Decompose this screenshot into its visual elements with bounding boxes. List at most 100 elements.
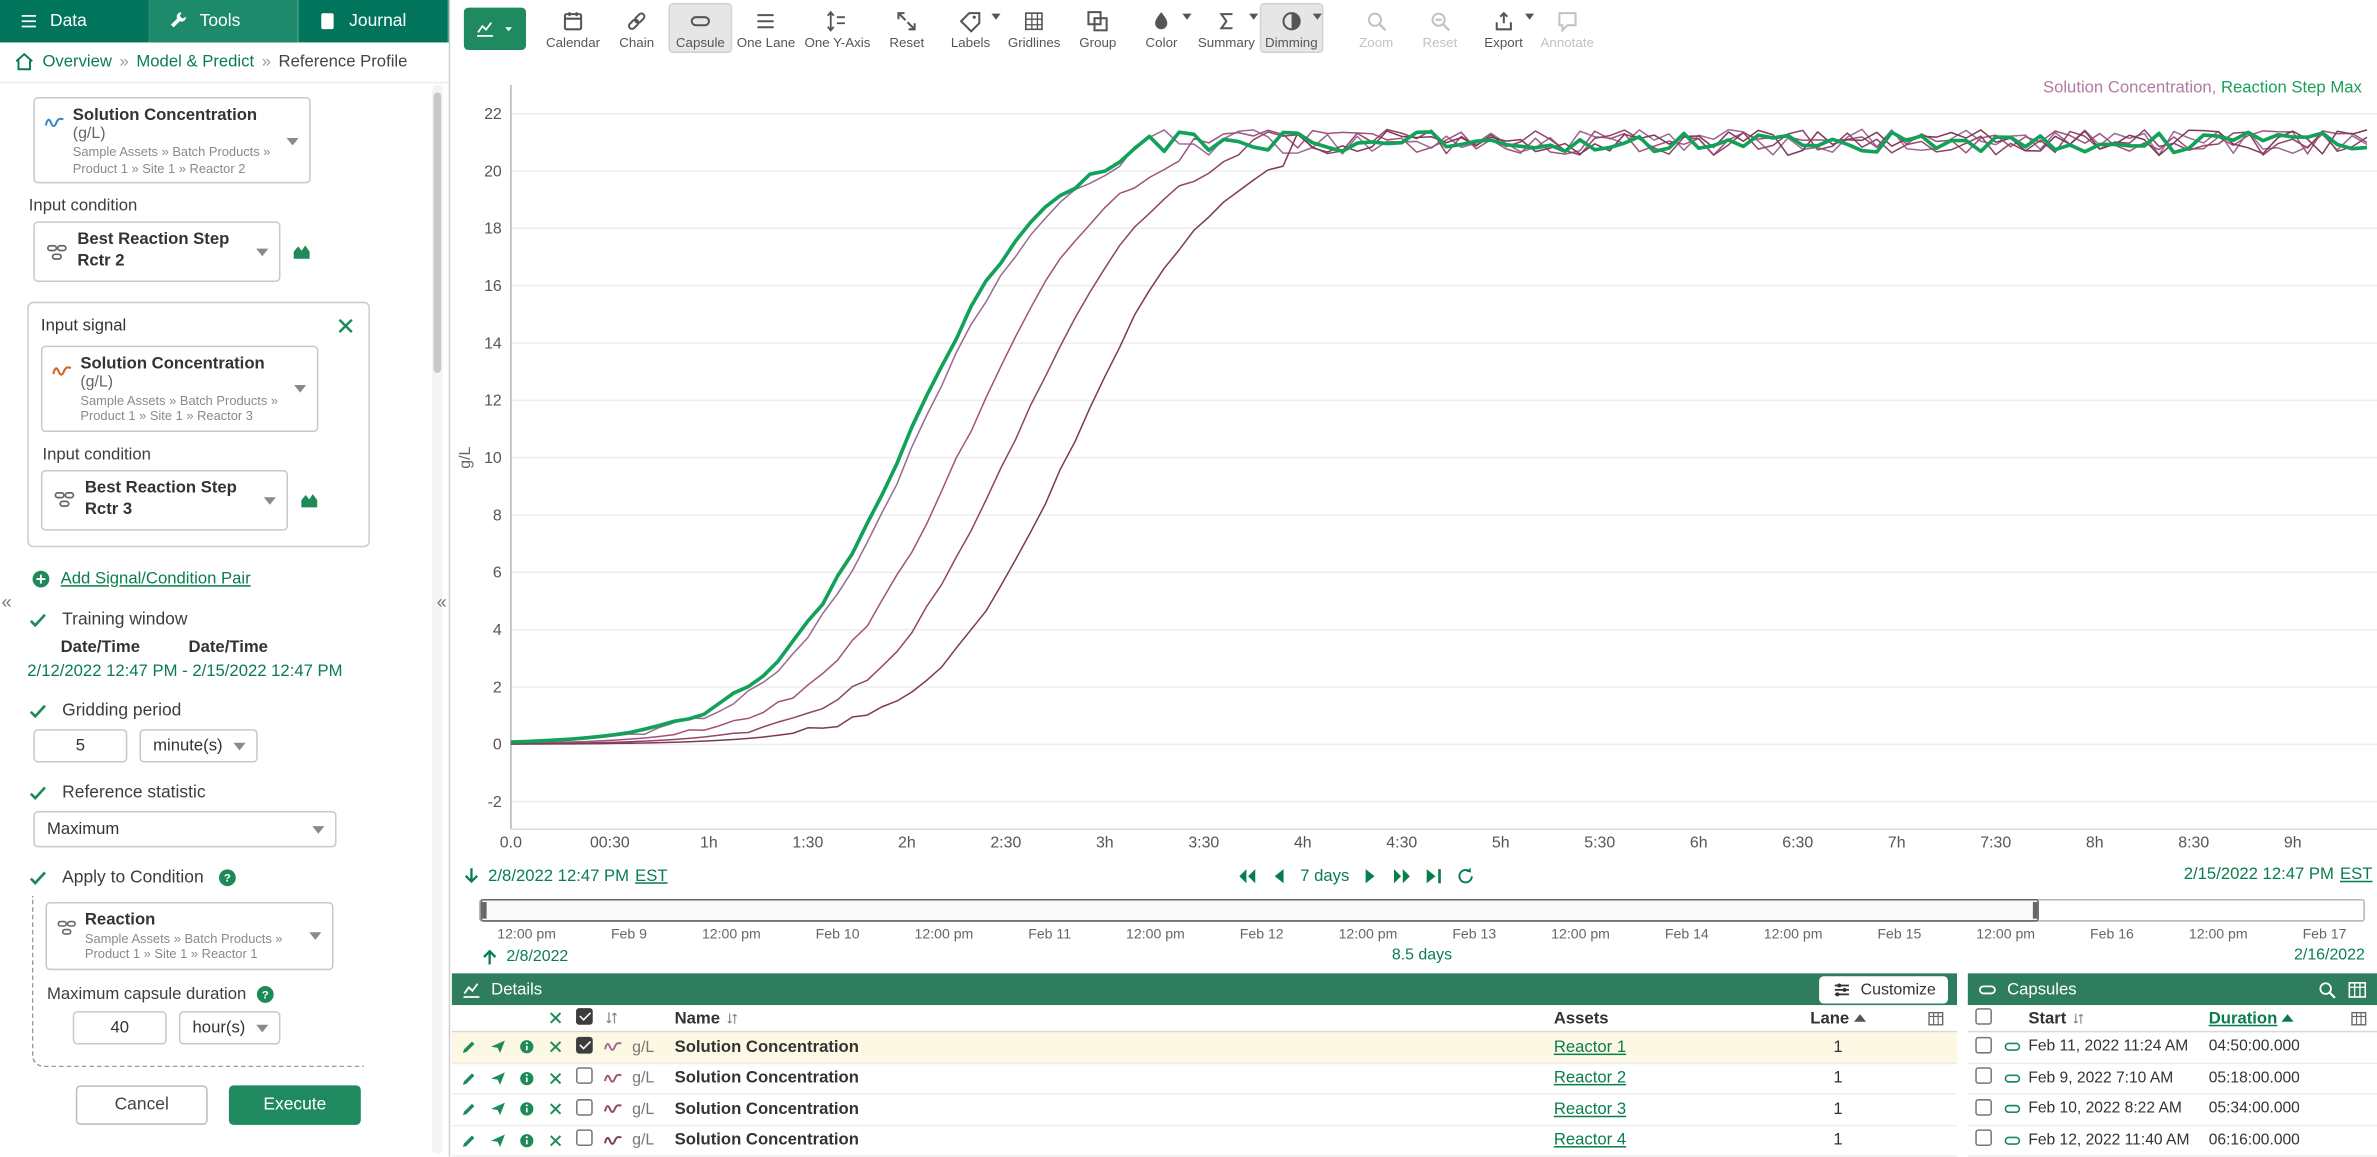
skip-forward-icon[interactable] [1392,866,1413,887]
row-checkbox[interactable] [1975,1068,1992,1085]
input-condition-select-1[interactable]: Best Reaction Step Rctr 2 [33,222,280,282]
row-checkbox[interactable] [576,1068,593,1085]
details-row[interactable]: g/LSolution ConcentrationReactor 41 [452,1126,1957,1157]
pencil-icon[interactable] [461,1039,490,1056]
details-col-assets[interactable]: Assets [1554,1009,1781,1027]
tab-tools[interactable]: Tools [150,0,300,42]
add-signal-condition-pair-link[interactable]: Add Signal/Condition Pair [30,568,414,589]
signal-name[interactable]: Solution Concentration [675,1131,1554,1149]
capsules-columns-button[interactable] [2350,1009,2377,1027]
trend-chart[interactable]: -202468101214161820220.000:301h1:302h2:3… [452,61,2377,861]
view-profile-icon[interactable] [299,489,320,510]
toolbar-reset-button[interactable]: Reset [875,3,939,53]
row-checkbox[interactable] [1975,1130,1992,1147]
info-icon[interactable] [518,1070,547,1087]
cancel-button[interactable]: Cancel [76,1085,208,1124]
close-icon[interactable] [547,1039,576,1056]
info-icon[interactable] [518,1039,547,1056]
capsules-col-start[interactable]: Start [2028,1009,2066,1027]
columns-icon[interactable] [2347,979,2368,1000]
capsules-col-duration[interactable]: Duration [2209,1009,2278,1027]
view-profile-icon[interactable] [291,241,312,262]
signal-name[interactable]: Solution Concentration [675,1038,1554,1056]
toolbar-export-button[interactable]: Export [1472,3,1536,53]
customize-button[interactable]: Customize [1820,976,1948,1003]
details-row[interactable]: g/LSolution ConcentrationReactor 31 [452,1095,1957,1126]
skip-back-icon[interactable] [1237,866,1258,887]
input-condition-select-2[interactable]: Best Reaction Step Rctr 3 [41,470,288,530]
send-icon[interactable] [490,1039,519,1056]
scrollbar-thumb[interactable] [434,92,442,372]
info-icon[interactable] [518,1132,547,1149]
toolbar-group-button[interactable]: Group [1066,3,1130,53]
row-checkbox[interactable] [576,1099,593,1116]
send-icon[interactable] [490,1132,519,1149]
pencil-icon[interactable] [461,1070,490,1087]
chart-canvas[interactable]: -202468101214161820220.000:301h1:302h2:3… [452,61,2377,861]
info-icon[interactable] [518,1101,547,1118]
close-icon[interactable] [547,1101,576,1118]
max-capsule-unit-select[interactable]: hour(s) [179,1011,280,1044]
row-checkbox[interactable] [576,1130,593,1147]
tab-journal[interactable]: Journal [299,0,449,42]
timeline-start[interactable]: 2/8/2022 [479,946,568,967]
input-signal-select-2[interactable]: Solution Concentration (g/L) Sample Asse… [41,345,318,432]
reference-statistic-select[interactable]: Maximum [33,810,336,846]
details-row[interactable]: g/LSolution ConcentrationReactor 11 [452,1032,1957,1063]
gridding-value-input[interactable] [33,728,127,761]
signal-name[interactable]: Solution Concentration [675,1100,1554,1118]
input-signal-select-1[interactable]: Solution Concentration (g/L) Sample Asse… [33,97,310,184]
toolbar-summary-button[interactable]: Summary [1193,3,1259,53]
close-icon[interactable] [547,1132,576,1149]
row-checkbox[interactable] [576,1037,593,1054]
sidebar-scrollbar[interactable] [432,85,443,1154]
asset-link[interactable]: Reactor 3 [1554,1100,1781,1118]
toolbar-calendar-button[interactable]: Calendar [541,3,605,53]
select-all-checkbox[interactable] [576,1007,593,1024]
details-col-lane[interactable]: Lane [1810,1009,1849,1027]
signal-name[interactable]: Solution Concentration [675,1069,1554,1087]
capsule-row[interactable]: Feb 9, 2022 7:10 AM05:18:00.000 [1968,1063,2377,1094]
max-capsule-value-input[interactable] [73,1011,167,1044]
remove-pair-icon[interactable] [335,315,356,336]
search-icon[interactable] [2316,979,2337,1000]
asset-link[interactable]: Reactor 1 [1554,1038,1781,1056]
refresh-icon[interactable] [1455,866,1476,887]
asset-link[interactable]: Reactor 4 [1554,1131,1781,1149]
range-start-tz[interactable]: EST [635,867,667,885]
details-col-name[interactable]: Name [675,1009,720,1027]
toolbar-one-y-axis-button[interactable]: One Y-Axis [800,3,875,53]
timeline-end-text[interactable]: 2/16/2022 [2294,946,2365,964]
range-end-tz[interactable]: EST [2340,866,2372,884]
training-end[interactable]: 2/15/2022 12:47 PM [192,662,342,680]
toolbar-labels-button[interactable]: Labels [939,3,1003,53]
toolbar-color-button[interactable]: Color [1130,3,1194,53]
collapse-left-handle[interactable]: « [2,591,12,612]
toolbar-capsule-button[interactable]: Capsule [669,3,733,53]
home-icon[interactable] [14,52,35,73]
step-forward-icon[interactable] [1360,866,1381,887]
capsule-row[interactable]: Feb 10, 2022 8:22 AM05:34:00.000 [1968,1095,2377,1126]
capsule-row[interactable]: Feb 12, 2022 11:40 AM06:16:00.000 [1968,1126,2377,1157]
toolbar-chain-button[interactable]: Chain [605,3,669,53]
help-icon[interactable]: ? [217,866,238,887]
send-icon[interactable] [490,1101,519,1118]
details-row[interactable]: g/LSolution ConcentrationReactor 21 [452,1063,1957,1094]
help-icon[interactable]: ? [255,983,276,1004]
gridding-unit-select[interactable]: minute(s) [139,728,257,761]
breadcrumb-overview[interactable]: Overview [42,53,111,71]
timeline-selected-range[interactable] [481,899,2039,922]
pencil-icon[interactable] [461,1101,490,1118]
range-end[interactable]: 2/15/2022 12:47 PM EST [2184,866,2373,884]
remove-all-header[interactable] [547,1010,576,1027]
range-start[interactable]: 2/8/2022 12:47 PM EST [461,866,668,887]
training-window-range[interactable]: 2/12/2022 12:47 PM - 2/15/2022 12:47 PM [27,662,414,680]
breadcrumb-model-predict[interactable]: Model & Predict [136,53,254,71]
tab-data[interactable]: Data [0,0,150,42]
row-checkbox[interactable] [1975,1099,1992,1116]
collapse-sidebar-handle[interactable]: « [437,591,447,612]
toolbar-one-lane-button[interactable]: One Lane [732,3,800,53]
capsule-row[interactable]: Feb 11, 2022 11:24 AM04:50:00.000 [1968,1032,2377,1063]
apply-condition-select[interactable]: Reaction Sample Assets » Batch Products … [45,901,333,970]
close-icon[interactable] [547,1070,576,1087]
